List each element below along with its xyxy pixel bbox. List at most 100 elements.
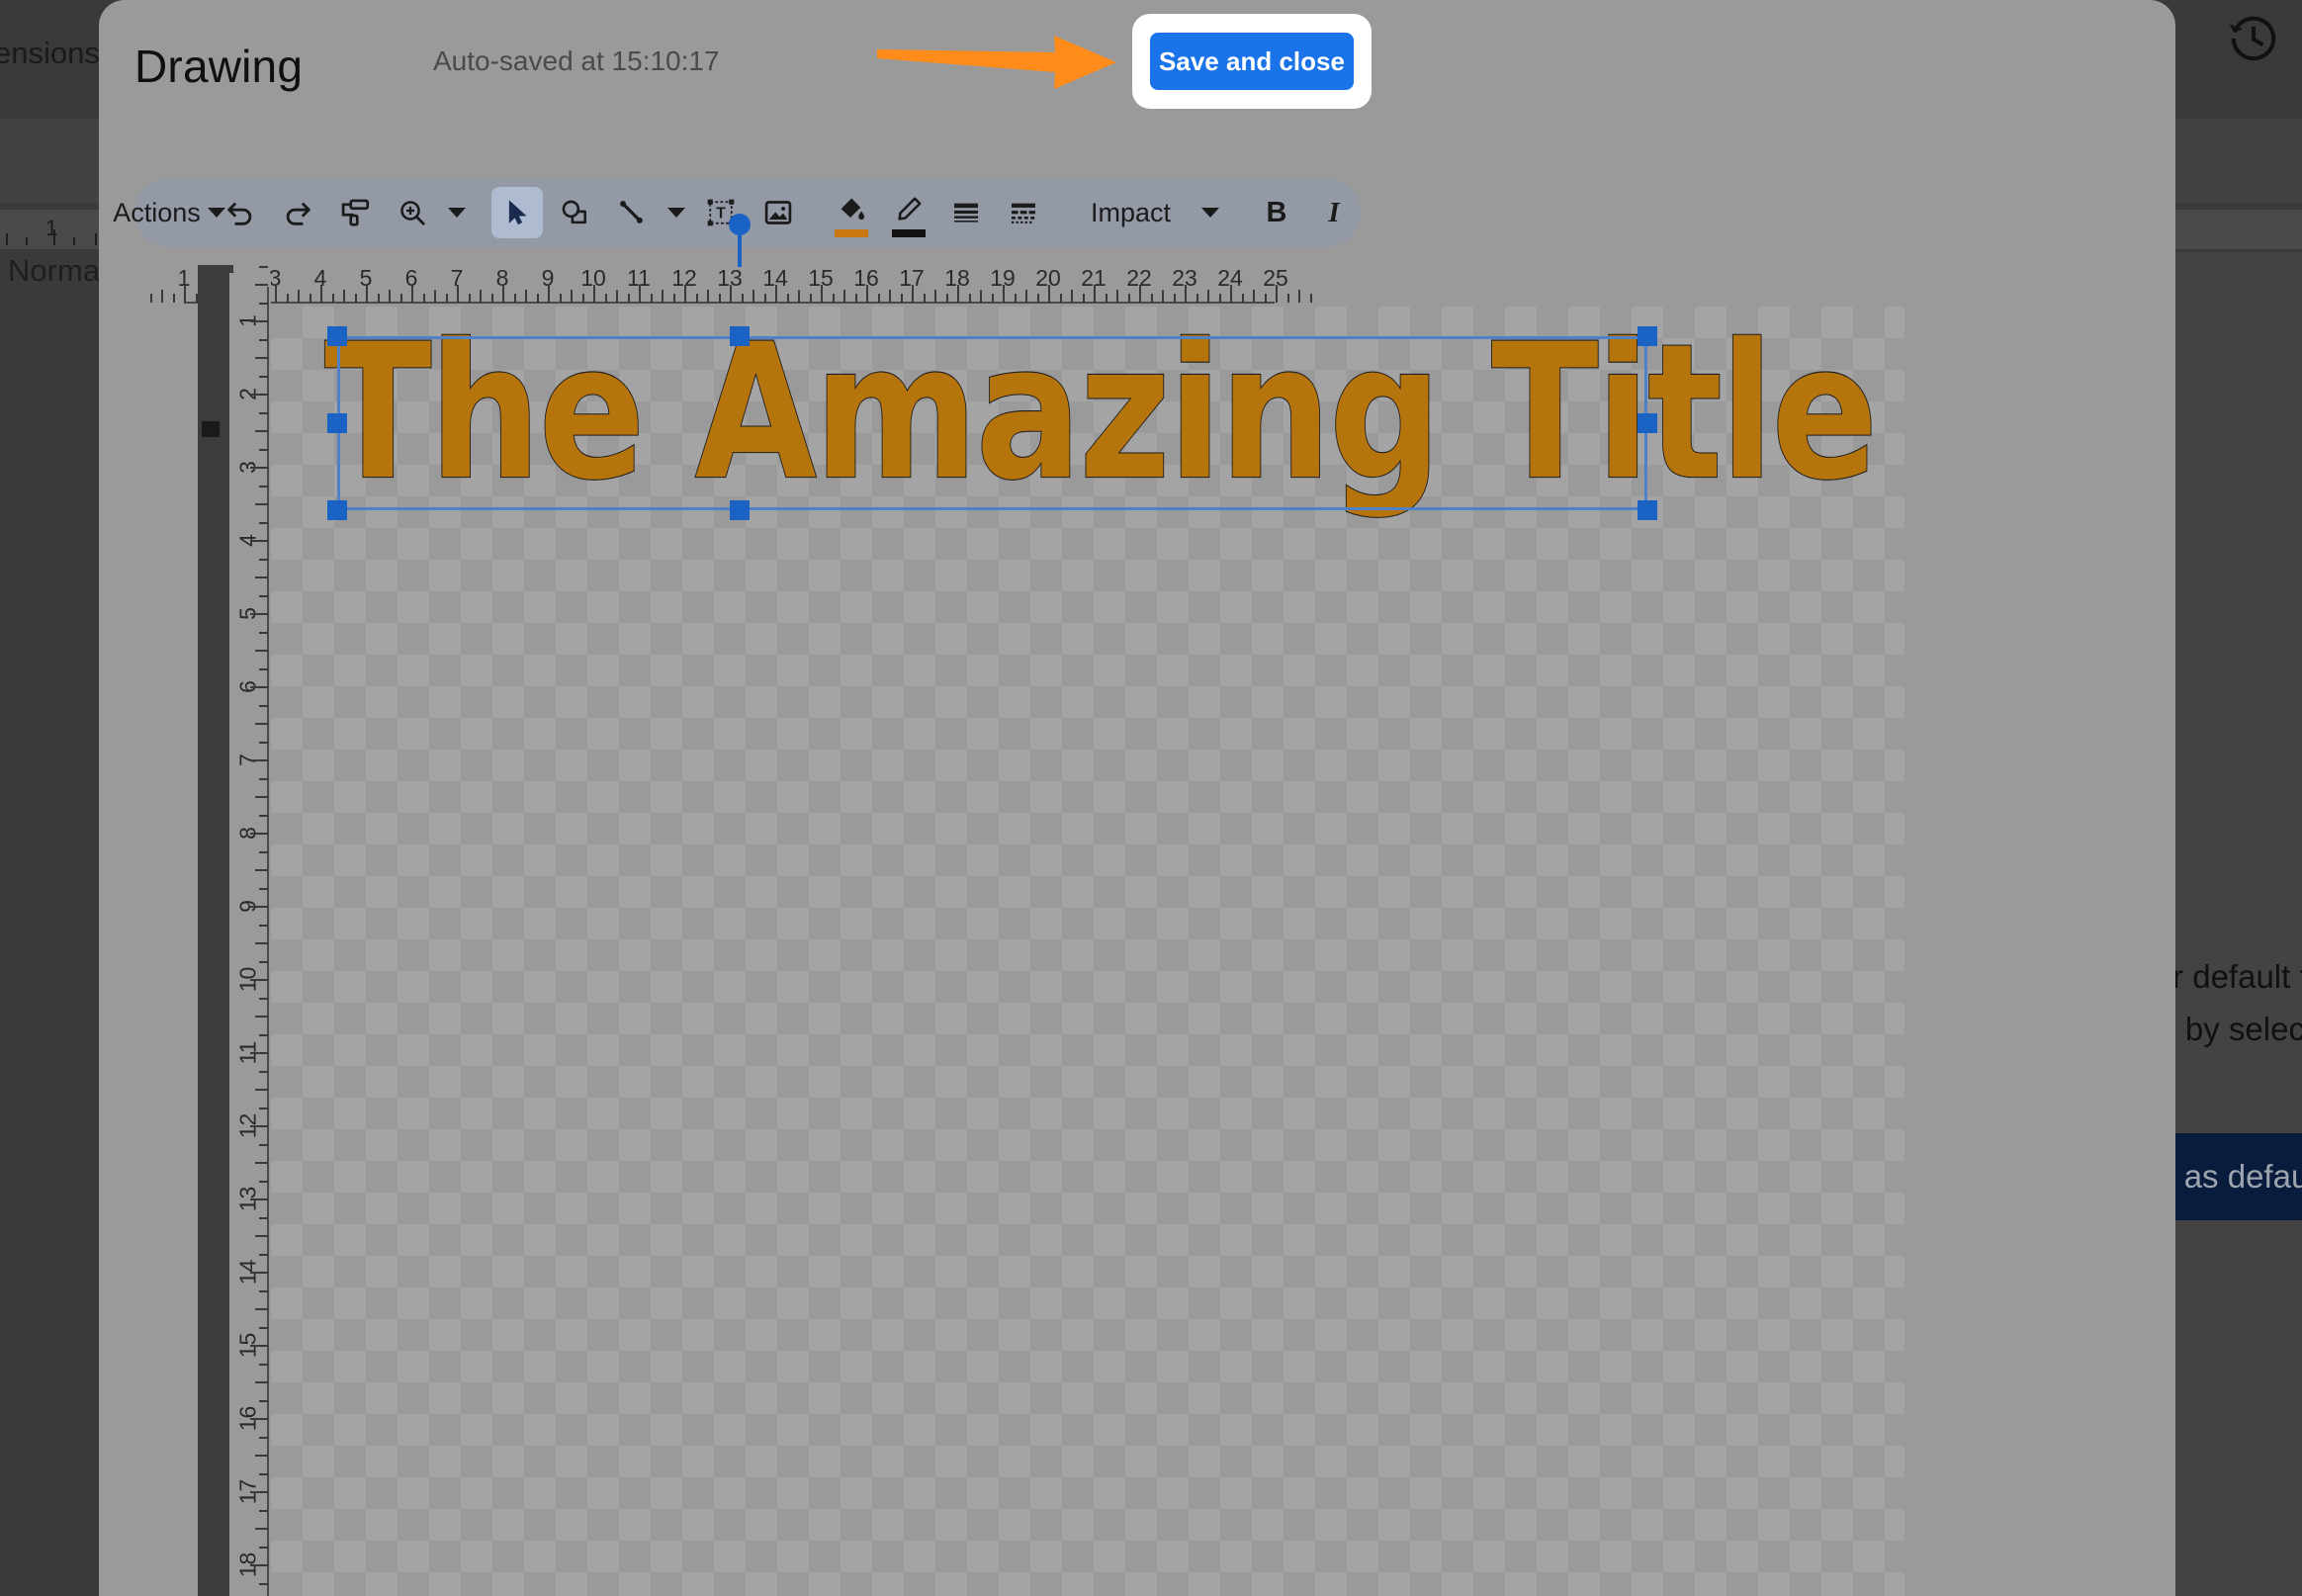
zoom-dropdown-button[interactable] [444,187,470,238]
line-weight-button[interactable] [940,187,992,238]
ruler-tick-minor [255,1308,268,1310]
undo-button[interactable] [215,187,266,238]
ruler-tick-minor [259,1326,268,1329]
ruler-tick-minor [343,290,345,303]
ruler-tick-minor [1218,294,1221,303]
ruler-tick-minor [1298,290,1300,303]
resize-handle-top-right[interactable] [1638,326,1657,346]
bold-button[interactable]: B [1251,187,1302,238]
vertical-ruler[interactable]: 1 2 3 4 5 6 7 8 9 10 11 12 13 14 15 16 17 18 [229,265,271,1596]
fill-color-button[interactable] [826,187,877,238]
ruler-tick-minor [255,1016,268,1018]
resize-handle-top-left[interactable] [327,326,347,346]
zoom-button[interactable] [387,187,438,238]
chevron-down-icon [667,208,685,218]
ruler-tick-major [548,285,550,303]
ruler-tick-major [250,394,268,396]
ruler-tick-minor [255,796,268,798]
ruler-tick-minor [604,294,607,303]
ruler-tick-minor [298,290,300,303]
redo-button[interactable] [272,187,323,238]
ruler-tick-minor [945,294,948,303]
ruler-tick-minor [832,294,835,303]
ruler-tick-minor [255,357,268,359]
canvas-left-gutter [198,273,229,1596]
resize-handle-bottom-right[interactable] [1638,500,1657,520]
ruler-tick-minor [354,294,357,303]
resize-handle-middle-left[interactable] [327,413,347,433]
ruler-tick-minor [741,294,744,303]
resize-handle-bottom-center[interactable] [730,500,750,520]
resize-handle-bottom-left[interactable] [327,500,347,520]
ruler-tick-minor [468,294,471,303]
ruler-tick-minor [255,1381,268,1383]
line-icon [620,201,643,223]
ruler-tick-minor [672,294,675,303]
ruler-tick-minor [581,294,584,303]
ruler-tick-minor [286,294,289,303]
ruler-tick-minor [259,521,268,524]
ruler-tick-minor [1286,294,1289,303]
font-family-select[interactable]: Impact [1071,187,1229,238]
ruler-tick [26,237,28,245]
ruler-tick-major [502,285,504,303]
menu-item-extensions[interactable]: ensions [0,36,100,71]
ruler-tick-minor [259,1399,268,1402]
ruler-tick-major [250,1418,268,1420]
line-color-button[interactable] [883,187,934,238]
ruler-tick-minor [536,294,539,303]
canvas-right-margin [1904,307,2175,1596]
ruler-tick-minor [1116,290,1118,303]
ruler-tick-minor [255,430,268,432]
paint-format-button[interactable] [329,187,381,238]
ruler-tick-minor [259,777,268,780]
ruler-tick-minor [255,942,268,944]
ruler-tick-minor [259,1143,268,1146]
resize-handle-middle-right[interactable] [1638,413,1657,433]
ruler-tick-minor [1014,294,1017,303]
ruler-tick-major [821,285,823,303]
image-tool[interactable] [753,187,804,238]
ruler-tick-major [457,285,459,303]
shape-tool[interactable] [549,187,600,238]
ruler-tick-minor [161,290,163,303]
save-and-close-button[interactable]: Save and close [1150,33,1354,90]
fill-color-swatch [835,229,868,237]
ruler-tick-major [250,613,268,615]
drawing-toolbar: Actions T Impact B I [113,178,1361,247]
undo-icon [227,203,252,225]
resize-handle-top-center[interactable] [730,326,750,346]
ruler-tick-minor [259,1216,268,1219]
ruler-tick-minor [259,667,268,670]
ruler-tick-minor [255,1089,268,1091]
image-icon [764,201,792,224]
ruler-tick-minor [1082,294,1085,303]
drawing-dialog: Drawing Auto-saved at 15:10:17 Save and … [99,0,2175,1596]
ruler-tick-minor [980,290,982,303]
rotation-handle[interactable] [729,214,751,235]
ruler-tick-major [1230,285,1232,303]
ruler-tick-minor [695,294,698,303]
ruler-tick-minor [1071,290,1073,303]
horizontal-ruler[interactable]: 1234567891011121314151617181920212223242… [138,265,1365,307]
ruler-tick-major [250,759,268,761]
ruler-tick-minor [259,887,268,890]
italic-button[interactable]: I [1308,187,1360,238]
ruler-tick-major [1003,285,1005,303]
ruler-tick-minor [259,997,268,1000]
ruler-tick-minor [259,704,268,707]
line-dropdown-button[interactable] [664,187,689,238]
ruler-tick-major [250,979,268,981]
line-dash-button[interactable] [998,187,1049,238]
ruler-tick-major [184,285,186,303]
ruler-tick-major [411,285,413,303]
version-history-icon[interactable] [2227,12,2280,65]
actions-menu[interactable]: Actions [113,187,225,238]
ruler-tick [95,233,97,245]
ruler-tick-minor [259,741,268,744]
ruler-tick-minor [259,448,268,451]
select-tool[interactable] [491,187,543,238]
line-tool[interactable] [606,187,658,238]
ruler-tick-major [250,1272,268,1274]
ruler-tick-minor [798,290,800,303]
